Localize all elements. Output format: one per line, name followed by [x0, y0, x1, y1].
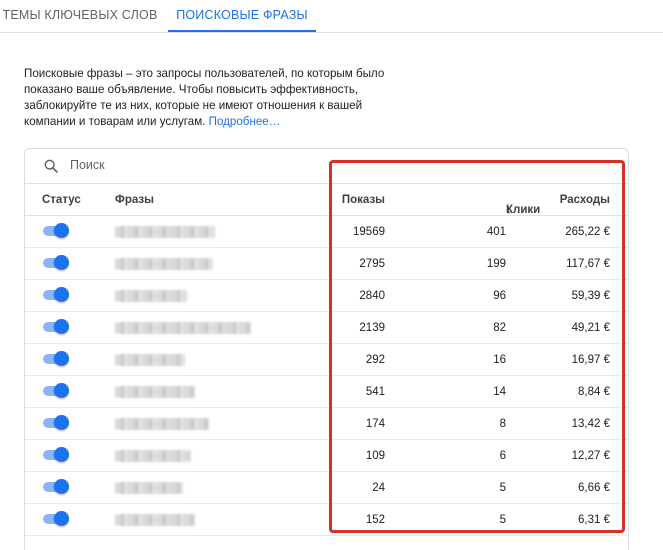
tab-bar: ТЕМЫ КЛЮЧЕВЫХ СЛОВ ПОИСКОВЫЕ ФРАЗЫ	[0, 0, 663, 33]
search-bar[interactable]: Поиск	[25, 149, 628, 184]
table-row[interactable]: 2139 82 49,21 €	[25, 312, 628, 344]
blurred-phrase	[115, 290, 187, 302]
status-toggle[interactable]	[43, 447, 69, 462]
clicks-value: 401	[486, 226, 506, 238]
status-toggle[interactable]	[43, 511, 69, 526]
blurred-phrase	[115, 322, 251, 334]
table-row[interactable]: 2840 96 59,39 €	[25, 280, 628, 312]
toggle-knob	[54, 383, 69, 398]
clicks-value: 5	[499, 482, 506, 494]
toggle-knob	[54, 287, 69, 302]
table-row[interactable]: 541 14 8,84 €	[25, 376, 628, 408]
impressions-value: 2139	[359, 322, 385, 334]
cost-value: 6,31 €	[578, 514, 610, 526]
toggle-knob	[54, 479, 69, 494]
cost-value: 16,97 €	[571, 354, 610, 366]
clicks-value: 199	[486, 258, 506, 270]
clicks-value: 6	[499, 450, 506, 462]
blurred-phrase	[115, 418, 209, 430]
status-toggle[interactable]	[43, 415, 69, 430]
status-toggle[interactable]	[43, 351, 69, 366]
impressions-value: 24	[372, 482, 385, 494]
clicks-value: 14	[493, 386, 506, 398]
status-toggle[interactable]	[43, 223, 69, 238]
impressions-value: 109	[365, 450, 385, 462]
status-toggle[interactable]	[43, 383, 69, 398]
impressions-value: 152	[365, 514, 385, 526]
tab-search-phrases[interactable]: ПОИСКОВЫЕ ФРАЗЫ	[168, 0, 316, 32]
table-row[interactable]: 24 5 6,66 €	[25, 472, 628, 504]
header-status[interactable]: Статус	[42, 194, 81, 206]
impressions-value: 292	[365, 354, 385, 366]
impressions-value: 541	[365, 386, 385, 398]
status-toggle[interactable]	[43, 255, 69, 270]
table-row[interactable]: 19569 401 265,22 €	[25, 216, 628, 248]
search-terms-table: Поиск Статус Фразы Показы ↓ Клики Расходы…	[24, 148, 629, 550]
search-terms-page: ТЕМЫ КЛЮЧЕВЫХ СЛОВ ПОИСКОВЫЕ ФРАЗЫ Поиск…	[0, 0, 663, 550]
clicks-value: 96	[493, 290, 506, 302]
clicks-value: 5	[499, 514, 506, 526]
description: Поисковые фразы – это запросы пользовате…	[24, 66, 404, 130]
cost-value: 6,66 €	[578, 482, 610, 494]
learn-more-link[interactable]: Подробнее…	[209, 115, 281, 128]
cost-value: 49,21 €	[571, 322, 610, 334]
blurred-phrase	[115, 450, 191, 462]
search-icon[interactable]	[43, 158, 59, 174]
toggle-knob	[54, 351, 69, 366]
table-row[interactable]: 109 6 12,27 €	[25, 440, 628, 472]
description-text: Поисковые фразы – это запросы пользовате…	[24, 67, 385, 128]
impressions-value: 174	[365, 418, 385, 430]
table-row[interactable]: 292 16 16,97 €	[25, 344, 628, 376]
cost-value: 59,39 €	[571, 290, 610, 302]
impressions-value: 2795	[359, 258, 385, 270]
status-toggle[interactable]	[43, 479, 69, 494]
tab-keyword-themes[interactable]: ТЕМЫ КЛЮЧЕВЫХ СЛОВ	[0, 0, 160, 31]
table-body: 19569 401 265,22 € 2795 199 117,67 € 2840 96 59,…	[25, 216, 628, 536]
toggle-knob	[54, 511, 69, 526]
cost-value: 265,22 €	[565, 226, 610, 238]
cost-value: 117,67 €	[566, 258, 610, 270]
header-cost[interactable]: Расходы	[560, 194, 610, 206]
cost-value: 13,42 €	[571, 418, 610, 430]
status-toggle[interactable]	[43, 287, 69, 302]
impressions-value: 2840	[359, 290, 385, 302]
impressions-value: 19569	[353, 226, 385, 238]
table-row[interactable]: 152 5 6,31 €	[25, 504, 628, 536]
blurred-phrase	[115, 226, 215, 238]
blurred-phrase	[115, 514, 195, 526]
toggle-knob	[54, 319, 69, 334]
blurred-phrase	[115, 482, 183, 494]
search-input[interactable]: Поиск	[70, 158, 105, 172]
clicks-value: 82	[493, 322, 506, 334]
header-clicks-label: Клики	[506, 204, 541, 216]
table-row[interactable]: 2795 199 117,67 €	[25, 248, 628, 280]
status-toggle[interactable]	[43, 319, 69, 334]
toggle-knob	[54, 415, 69, 430]
cost-value: 12,27 €	[571, 450, 610, 462]
blurred-phrase	[115, 258, 213, 270]
blurred-phrase	[115, 354, 185, 366]
header-phrases[interactable]: Фразы	[115, 194, 154, 206]
clicks-value: 16	[493, 354, 506, 366]
toggle-knob	[54, 447, 69, 462]
toggle-knob	[54, 223, 69, 238]
toggle-knob	[54, 255, 69, 270]
table-header: Статус Фразы Показы ↓ Клики Расходы	[25, 184, 628, 216]
clicks-value: 8	[499, 418, 506, 430]
blurred-phrase	[115, 386, 195, 398]
table-row[interactable]: 174 8 13,42 €	[25, 408, 628, 440]
header-impressions[interactable]: Показы	[342, 194, 385, 206]
cost-value: 8,84 €	[578, 386, 610, 398]
